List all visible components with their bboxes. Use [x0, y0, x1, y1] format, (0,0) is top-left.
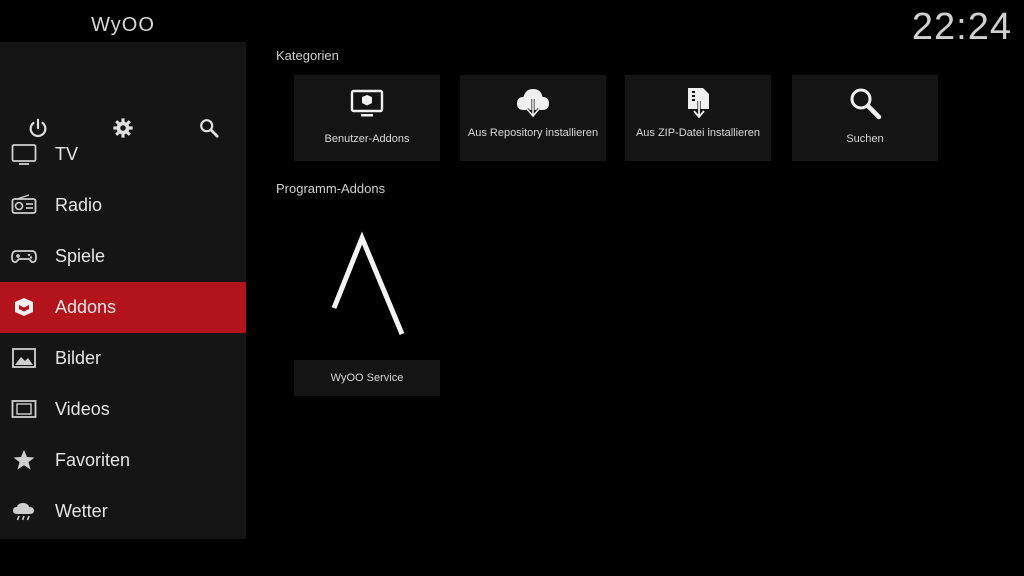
zip-download-icon [625, 85, 771, 121]
sidebar-item-tv[interactable]: TV [0, 129, 246, 180]
sidebar-nav: TV Radio Spiele Addons Bilder Videos Fav… [0, 129, 246, 537]
tile-label: Aus ZIP-Datei installieren [635, 127, 761, 139]
sidebar-item-wetter[interactable]: Wetter [0, 486, 246, 537]
category-tile-zip[interactable]: Aus ZIP-Datei installieren [625, 75, 771, 161]
cloud-download-icon [460, 85, 606, 121]
tile-label: Benutzer-Addons [324, 133, 410, 145]
category-tile-benutzer-addons[interactable]: Benutzer-Addons [294, 75, 440, 161]
sidebar-item-label: Addons [55, 297, 117, 317]
sidebar-item-favoriten[interactable]: Favoriten [0, 435, 246, 486]
addon-card-wyoo-service[interactable]: WyOO Service [294, 360, 440, 396]
monitor-box-icon [294, 85, 440, 121]
tile-label: Aus Repository installieren [467, 127, 599, 139]
sidebar-item-label: Spiele [55, 246, 106, 266]
sidebar-item-addons[interactable]: Addons [0, 282, 246, 333]
search-icon [792, 85, 938, 121]
category-tile-repository[interactable]: Aus Repository installieren [460, 75, 606, 161]
sidebar: TV Radio Spiele Addons Bilder Videos Fav… [0, 42, 246, 539]
tv-icon [10, 142, 38, 166]
categories-title: Kategorien [276, 48, 339, 63]
gamepad-icon [10, 244, 38, 268]
sidebar-item-label: Favoriten [55, 450, 131, 470]
sidebar-item-label: Videos [55, 399, 110, 419]
star-icon [10, 448, 38, 472]
picture-icon [10, 346, 38, 370]
weather-icon [10, 499, 38, 523]
program-addons-title: Programm-Addons [276, 181, 386, 196]
sidebar-item-videos[interactable]: Videos [0, 384, 246, 435]
sidebar-item-radio[interactable]: Radio [0, 180, 246, 231]
addon-label: WyOO Service [330, 372, 404, 384]
sidebar-item-label: Wetter [55, 501, 108, 521]
clock: 22:24 [911, 6, 1012, 48]
film-icon [10, 397, 38, 421]
sidebar-item-label: TV [55, 144, 79, 164]
sidebar-item-bilder[interactable]: Bilder [0, 333, 246, 384]
category-tile-suchen[interactable]: Suchen [792, 75, 938, 161]
wyoo-lambda-logo-icon [331, 231, 405, 335]
sidebar-item-label: Radio [55, 195, 103, 215]
tile-label: Suchen [846, 133, 884, 145]
sidebar-item-label: Bilder [55, 348, 102, 368]
addon-thumbnail-wyoo-service[interactable] [294, 222, 440, 350]
sidebar-item-spiele[interactable]: Spiele [0, 231, 246, 282]
app-brand: WyOO [91, 14, 155, 36]
radio-icon [10, 193, 38, 217]
addon-box-icon [10, 295, 38, 319]
kodi-screen: WyOO 22:24 TV Radio Spiele Addons Bilder… [0, 0, 1024, 576]
